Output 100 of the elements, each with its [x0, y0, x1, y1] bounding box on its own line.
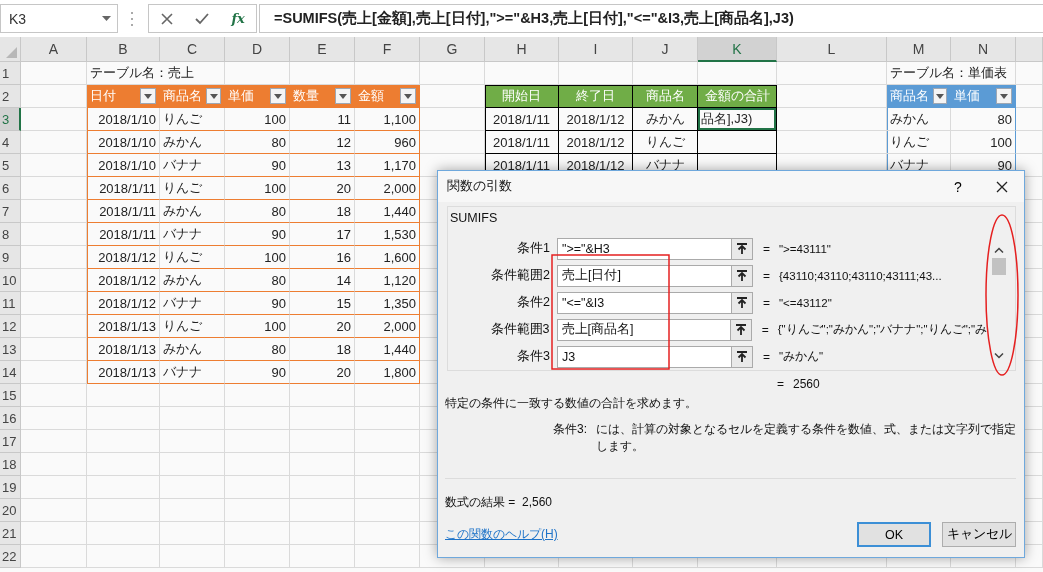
filter-button[interactable]: [335, 88, 351, 104]
row-header[interactable]: 20: [0, 499, 21, 522]
equals-sign: =: [761, 322, 770, 337]
chevron-up-icon: [994, 247, 1004, 253]
table-cell: りんご: [633, 131, 698, 154]
table-cell: 100: [225, 108, 290, 131]
table-cell: りんご: [160, 108, 225, 131]
insert-function-button[interactable]: fx: [227, 7, 250, 30]
formula-field[interactable]: =SUMIFS(売上[金額],売上[日付],">="&H3,売上[日付],"<="&I3,売上[商品名],J3): [259, 4, 1043, 33]
column-header[interactable]: L: [777, 37, 887, 62]
total-value: 2560: [793, 377, 820, 393]
argument-label: 条件3: [516, 348, 551, 365]
column-header[interactable]: [1016, 37, 1043, 62]
column-header[interactable]: C: [160, 37, 225, 62]
filter-button[interactable]: [206, 88, 221, 104]
collapse-dialog-button[interactable]: [732, 345, 753, 368]
filter-button[interactable]: [140, 88, 156, 104]
column-header[interactable]: M: [887, 37, 951, 62]
collapse-dialog-button[interactable]: [732, 291, 753, 314]
filter-button[interactable]: [400, 88, 416, 104]
row-header[interactable]: 6: [0, 177, 21, 200]
row-header[interactable]: 19: [0, 476, 21, 499]
row-header[interactable]: 7: [0, 200, 21, 223]
column-header[interactable]: K: [698, 37, 777, 62]
table-cell: 100: [951, 131, 1016, 154]
row-header[interactable]: 22: [0, 545, 21, 568]
row-header[interactable]: 13: [0, 338, 21, 361]
caret-icon[interactable]: [102, 16, 111, 21]
row-header[interactable]: 2: [0, 85, 21, 108]
filter-button[interactable]: [933, 88, 947, 104]
row-header[interactable]: 5: [0, 154, 21, 177]
arrow-up-icon: [737, 270, 747, 281]
collapse-dialog-button[interactable]: [732, 237, 753, 260]
column-header[interactable]: J: [633, 37, 698, 62]
scrollbar-thumb[interactable]: [992, 258, 1006, 275]
row-header[interactable]: 17: [0, 430, 21, 453]
table-cell: 2018/1/11: [485, 108, 559, 131]
caret-icon: [209, 93, 218, 99]
argument-result: "みかん": [779, 349, 824, 364]
chevron-down-icon: [994, 353, 1004, 359]
table-cell: 80: [225, 269, 290, 292]
table-cell: 90: [225, 154, 290, 177]
filter-button[interactable]: [270, 88, 286, 104]
column-header[interactable]: E: [290, 37, 355, 62]
collapse-dialog-button[interactable]: [732, 264, 753, 287]
equals-sign: =: [763, 268, 771, 283]
table-cell: 2018/1/10: [87, 154, 160, 177]
arrow-up-icon: [735, 324, 746, 335]
row-header[interactable]: 3: [0, 108, 21, 131]
column-header[interactable]: N: [951, 37, 1016, 62]
row-header[interactable]: 12: [0, 315, 21, 338]
help-link[interactable]: この関数のヘルプ(H): [445, 526, 846, 543]
argument-field[interactable]: 売上[日付]: [557, 264, 732, 287]
dialog-button[interactable]: キャンセル: [942, 522, 1016, 547]
column-header[interactable]: G: [420, 37, 485, 62]
argument-field[interactable]: 売上[商品名]: [556, 318, 731, 341]
collapse-dialog-button[interactable]: [730, 318, 752, 341]
row-header[interactable]: 10: [0, 269, 21, 292]
dialog-button[interactable]: OK: [857, 522, 931, 547]
row-header[interactable]: 18: [0, 453, 21, 476]
column-header[interactable]: I: [559, 37, 633, 62]
header-label: 単価: [228, 87, 254, 105]
row-header[interactable]: 15: [0, 384, 21, 407]
select-all-button[interactable]: [0, 37, 21, 62]
table-cell[interactable]: 品名],J3): [698, 108, 777, 131]
row-header[interactable]: 4: [0, 131, 21, 154]
row-header[interactable]: 9: [0, 246, 21, 269]
table-cell: 1,800: [355, 361, 420, 384]
argument-help-label: 条件3:: [552, 421, 588, 438]
arrow-up-icon: [737, 243, 747, 254]
column-header[interactable]: D: [225, 37, 290, 62]
column-header[interactable]: F: [355, 37, 420, 62]
table-cell: 960: [355, 131, 420, 154]
filter-button[interactable]: [996, 88, 1012, 104]
caret-icon: [404, 93, 412, 99]
argument-field[interactable]: "<="&I3: [557, 291, 732, 314]
table-cell: 100: [225, 315, 290, 338]
sheet-cell[interactable]: [698, 131, 777, 154]
triangle-icon: [6, 47, 17, 58]
column-header[interactable]: H: [485, 37, 559, 62]
column-header[interactable]: A: [21, 37, 87, 62]
row-header[interactable]: 11: [0, 292, 21, 315]
row-header[interactable]: 1: [0, 62, 21, 85]
name-box[interactable]: K3: [0, 4, 118, 33]
grip-icon: [131, 11, 134, 26]
row-header[interactable]: 14: [0, 361, 21, 384]
argument-label: 条件1: [516, 240, 551, 257]
argument-result: "<=43112": [779, 296, 832, 309]
argument-label: 条件範囲3: [489, 321, 551, 338]
table-cell: 2018/1/13: [87, 315, 160, 338]
column-header[interactable]: B: [87, 37, 160, 62]
table-cell: 2018/1/11: [485, 131, 559, 154]
argument-field[interactable]: ">="&H3: [557, 237, 732, 260]
row-header[interactable]: 8: [0, 223, 21, 246]
argument-field[interactable]: J3: [557, 345, 732, 368]
header-label: 商品名: [163, 87, 202, 105]
row-header[interactable]: 21: [0, 522, 21, 545]
table-cell: 20: [290, 361, 355, 384]
table-cell: 11: [290, 108, 355, 131]
row-header[interactable]: 16: [0, 407, 21, 430]
